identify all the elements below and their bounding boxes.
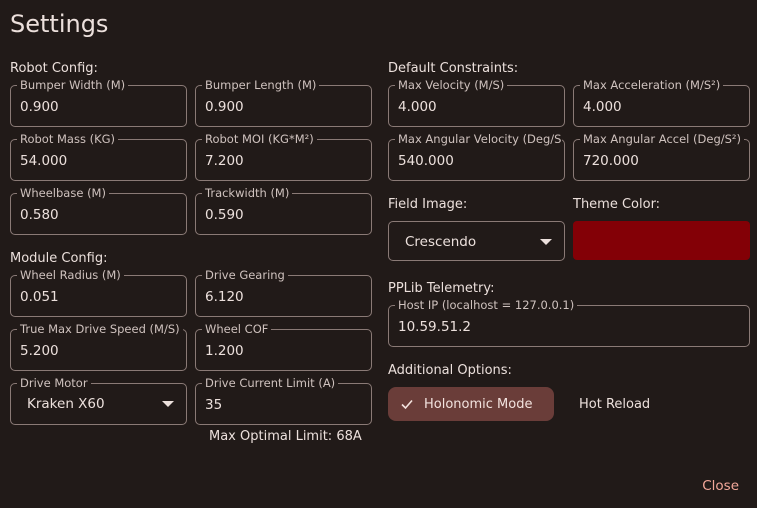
max-angular-accel-field[interactable]: Max Angular Accel (Deg/S²) 720.000: [573, 132, 750, 181]
field-value: 7.200: [205, 153, 244, 169]
field-label: Max Angular Velocity (Deg/S): [395, 132, 562, 146]
chip-label: Hot Reload: [579, 396, 651, 412]
wheel-radius-field[interactable]: Wheel Radius (M) 0.051: [10, 268, 187, 317]
field-label: Max Acceleration (M/S²): [580, 78, 724, 92]
module-config-heading: Module Config:: [10, 251, 108, 266]
field-value: 4.000: [398, 99, 437, 115]
check-icon: [401, 399, 413, 410]
field-value: 540.000: [398, 153, 454, 169]
max-drive-speed-field[interactable]: True Max Drive Speed (M/S) 5.200: [10, 322, 187, 371]
field-value: 0.051: [20, 289, 59, 305]
field-label: Drive Current Limit (A): [202, 376, 339, 390]
field-label: True Max Drive Speed (M/S): [17, 322, 183, 336]
robot-config-heading: Robot Config:: [10, 61, 98, 76]
bumper-width-field[interactable]: Bumper Width (M) 0.900: [10, 78, 187, 127]
chip-label: Holonomic Mode: [424, 396, 533, 412]
pplib-telemetry-heading: PPLib Telemetry:: [388, 281, 495, 296]
chevron-down-icon: [540, 239, 552, 245]
field-value: 720.000: [583, 153, 639, 169]
field-value: Crescendo: [405, 234, 477, 250]
max-angular-velocity-field[interactable]: Max Angular Velocity (Deg/S) 540.000: [388, 132, 565, 181]
field-label: Max Angular Accel (Deg/S²): [580, 132, 745, 146]
bumper-length-field[interactable]: Bumper Length (M) 0.900: [195, 78, 372, 127]
robot-mass-field[interactable]: Robot Mass (KG) 54.000: [10, 132, 187, 181]
max-optimal-limit-note: Max Optimal Limit: 68A: [209, 429, 362, 444]
field-value: 5.200: [20, 343, 59, 359]
field-label: Drive Gearing: [202, 268, 288, 282]
default-constraints-heading: Default Constraints:: [388, 61, 519, 76]
field-image-heading: Field Image:: [388, 197, 468, 212]
field-label: Robot MOI (KG*M²): [202, 132, 317, 146]
trackwidth-field[interactable]: Trackwidth (M) 0.590: [195, 186, 372, 235]
field-image-dropdown[interactable]: Crescendo: [388, 221, 565, 261]
field-label: Bumper Width (M): [17, 78, 129, 92]
robot-moi-field[interactable]: Robot MOI (KG*M²) 7.200: [195, 132, 372, 181]
field-value: 6.120: [205, 289, 244, 305]
additional-options-heading: Additional Options:: [388, 363, 512, 378]
field-label: Trackwidth (M): [202, 186, 293, 200]
field-label: Wheel Radius (M): [17, 268, 124, 282]
hot-reload-chip[interactable]: Hot Reload: [569, 387, 669, 421]
chevron-down-icon: [162, 401, 174, 407]
wheelbase-field[interactable]: Wheelbase (M) 0.580: [10, 186, 187, 235]
field-value: 10.59.51.2: [398, 319, 471, 335]
theme-color-swatch[interactable]: [573, 221, 750, 260]
close-button[interactable]: Close: [702, 478, 739, 494]
field-value: 54.000: [20, 153, 68, 169]
field-label: Robot Mass (KG): [17, 132, 119, 146]
field-label: Max Velocity (M/S): [395, 78, 508, 92]
field-value: 0.590: [205, 207, 244, 223]
field-value: 0.900: [20, 99, 59, 115]
field-value: 35: [205, 397, 223, 413]
field-value: 4.000: [583, 99, 622, 115]
field-label: Wheelbase (M): [17, 186, 109, 200]
field-label: Host IP (localhost = 127.0.0.1): [395, 298, 578, 312]
field-label: Bumper Length (M): [202, 78, 320, 92]
holonomic-mode-chip[interactable]: Holonomic Mode: [388, 387, 554, 421]
field-value: 0.580: [20, 207, 59, 223]
wheel-cof-field[interactable]: Wheel COF 1.200: [195, 322, 372, 371]
host-ip-field[interactable]: Host IP (localhost = 127.0.0.1) 10.59.51…: [388, 298, 750, 347]
field-value: 0.900: [205, 99, 244, 115]
drive-motor-dropdown[interactable]: Drive Motor Kraken X60: [10, 376, 187, 425]
field-value: 1.200: [205, 343, 244, 359]
drive-current-limit-field[interactable]: Drive Current Limit (A) 35: [195, 376, 372, 425]
theme-color-heading: Theme Color:: [573, 197, 661, 212]
drive-gearing-field[interactable]: Drive Gearing 6.120: [195, 268, 372, 317]
field-value: Kraken X60: [27, 396, 105, 412]
field-label: Drive Motor: [17, 376, 91, 390]
max-acceleration-field[interactable]: Max Acceleration (M/S²) 4.000: [573, 78, 750, 127]
max-velocity-field[interactable]: Max Velocity (M/S) 4.000: [388, 78, 565, 127]
field-label: Wheel COF: [202, 322, 272, 336]
page-title: Settings: [10, 10, 109, 38]
